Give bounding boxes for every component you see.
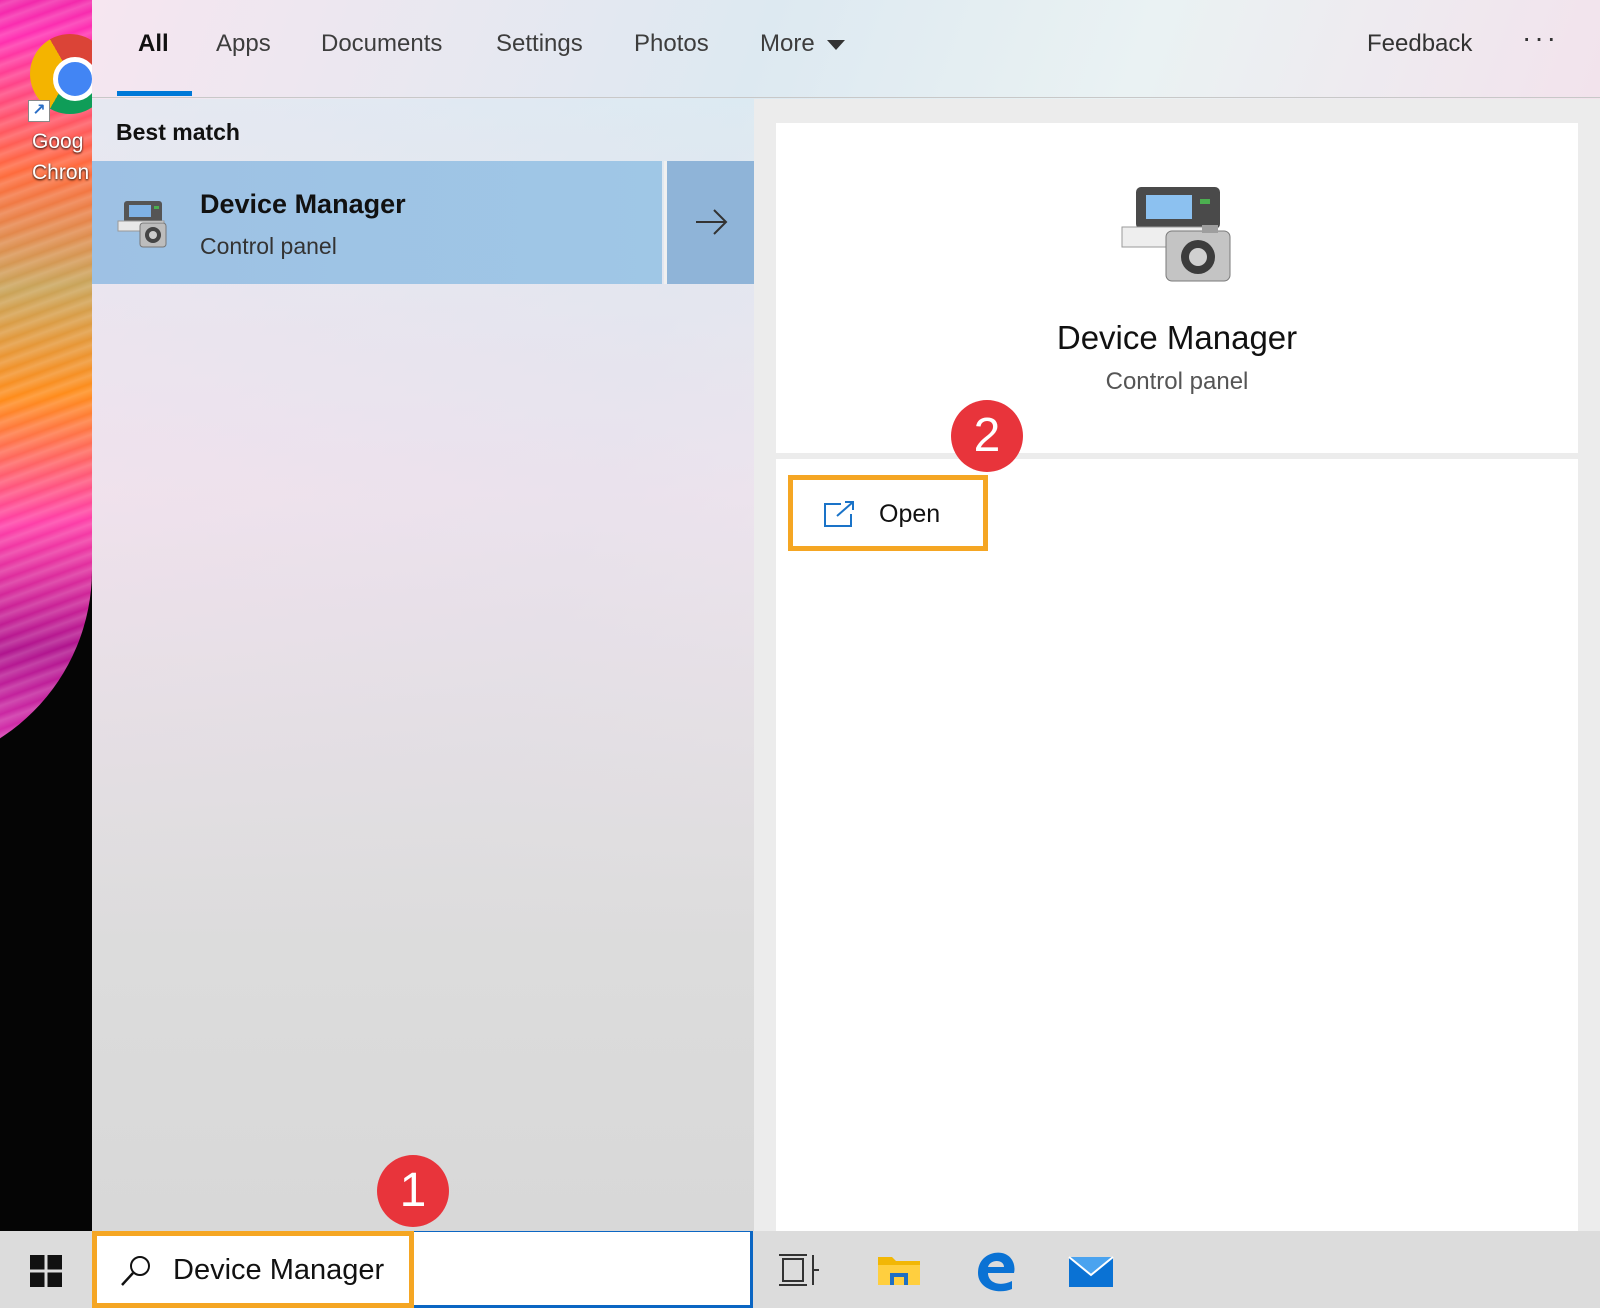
detail-subtitle: Control panel <box>1105 368 1249 395</box>
device-manager-icon <box>117 201 167 248</box>
tab-settings[interactable]: Settings <box>496 30 583 98</box>
best-match-heading: Best match <box>116 119 240 145</box>
results-list: Best match Device Manager Control panel <box>92 99 754 1231</box>
actions-card: Open <box>776 459 1578 1231</box>
taskbar: Device Manager <box>0 1231 1600 1308</box>
feedback-link[interactable]: Feedback <box>1367 30 1472 58</box>
search-highlight-box <box>92 1231 414 1308</box>
open-label: Open <box>879 500 941 528</box>
result-title: Device Manager <box>200 189 406 219</box>
shortcut-label-line2: Chron <box>32 161 90 184</box>
tab-documents[interactable]: Documents <box>321 30 442 98</box>
search-panel: All Apps Documents Settings Photos More … <box>92 0 1600 1231</box>
tab-apps[interactable]: Apps <box>216 30 271 98</box>
open-external-icon <box>824 501 854 527</box>
tab-photos[interactable]: Photos <box>634 30 709 98</box>
shortcut-label-line1: Goog <box>32 130 84 153</box>
result-subtitle: Control panel <box>200 233 337 259</box>
shortcut-arrow-icon: ↗ <box>28 100 50 122</box>
shortcut-label: Goog Chron <box>32 126 92 188</box>
mail-icon <box>1068 1256 1114 1287</box>
step-badge-1: 1 <box>377 1155 449 1227</box>
task-view-icon <box>779 1254 819 1286</box>
file-explorer-icon <box>878 1257 920 1285</box>
edge-icon <box>978 1252 1015 1292</box>
best-match-result[interactable]: Device Manager Control panel <box>92 161 662 284</box>
detail-pane: Device Manager Control panel Open <box>754 99 1600 1231</box>
arrow-right-icon <box>696 209 728 235</box>
active-tab-indicator <box>117 91 192 96</box>
device-manager-icon <box>1121 187 1231 282</box>
desktop-background: ↗ Goog Chron <box>0 0 92 1231</box>
caret-down-icon <box>826 39 845 50</box>
result-expand-button[interactable] <box>664 161 754 284</box>
tab-more-label: More <box>760 30 815 57</box>
windows-logo-icon <box>30 1255 62 1287</box>
open-button[interactable]: Open <box>788 475 988 551</box>
file-explorer-button[interactable] <box>874 1245 924 1295</box>
start-button[interactable] <box>0 1231 92 1308</box>
tab-more[interactable]: More <box>760 30 845 98</box>
more-options-button[interactable]: ··· <box>1522 22 1559 54</box>
search-scope-tabs: All Apps Documents Settings Photos More … <box>92 0 1600 98</box>
tab-all[interactable]: All <box>138 30 169 98</box>
edge-browser-button[interactable] <box>970 1245 1020 1295</box>
detail-title: Device Manager <box>1056 319 1298 356</box>
task-view-button[interactable] <box>775 1245 825 1295</box>
mail-app-button[interactable] <box>1066 1245 1116 1295</box>
detail-card: Device Manager Control panel <box>776 123 1578 453</box>
step-badge-2: 2 <box>951 400 1023 472</box>
